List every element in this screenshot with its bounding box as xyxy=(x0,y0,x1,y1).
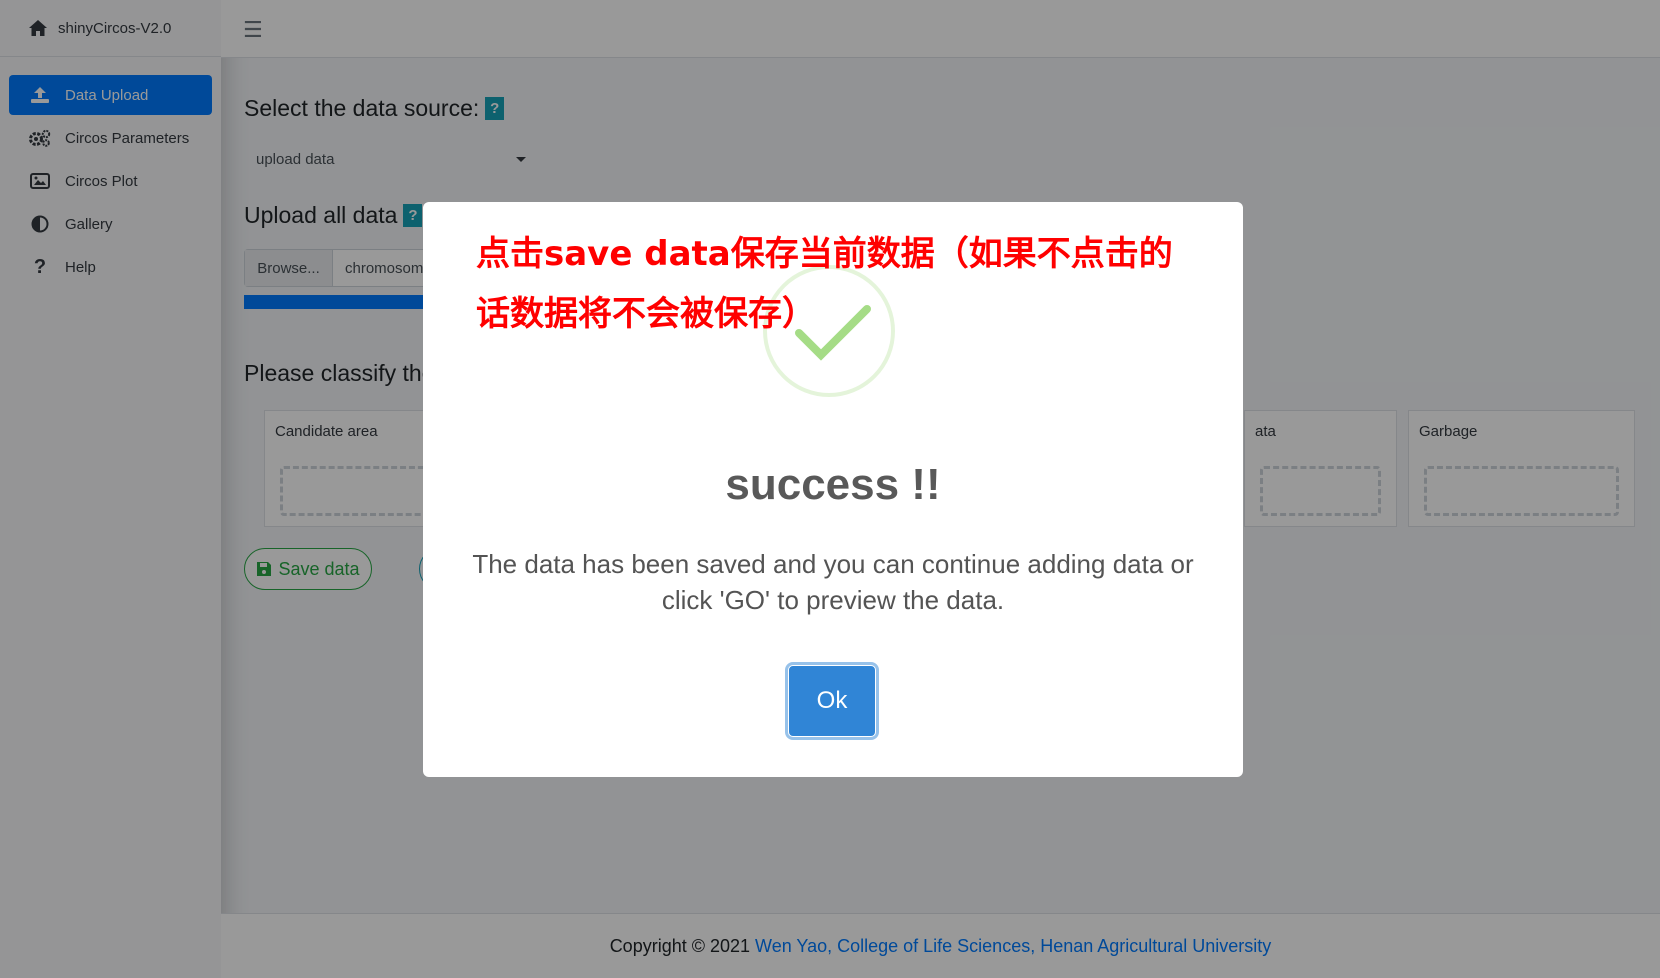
annotation-text: 点击save data保存当前数据（如果不点击的话数据将不会被保存） xyxy=(476,234,1173,334)
dialog-title: success !! xyxy=(725,460,941,509)
ok-button[interactable]: Ok xyxy=(788,665,876,737)
success-dialog: 点击save data保存当前数据（如果不点击的话数据将不会被保存） succe… xyxy=(423,202,1243,777)
dialog-message: The data has been saved and you can cont… xyxy=(472,549,1194,615)
